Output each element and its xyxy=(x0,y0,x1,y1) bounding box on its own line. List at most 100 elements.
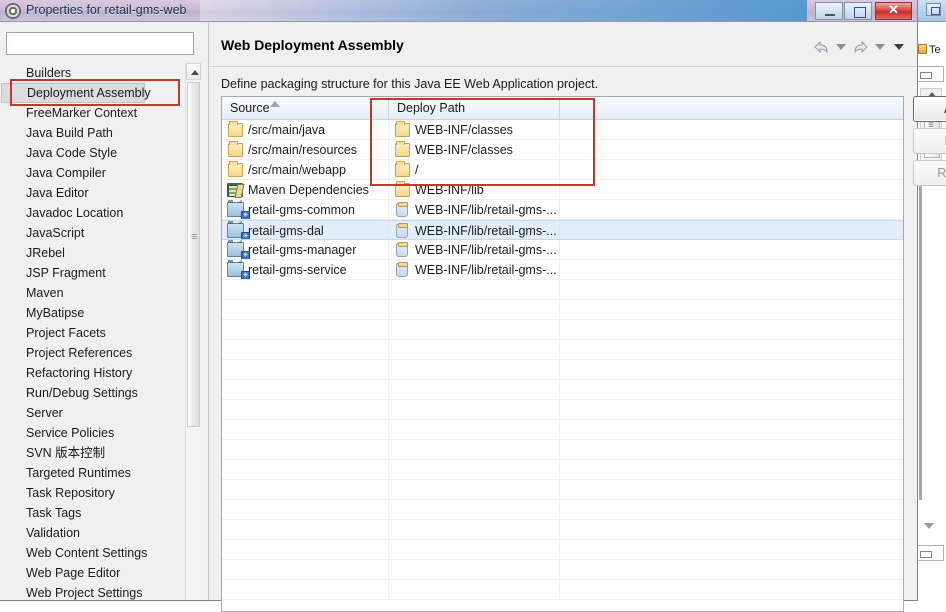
sidebar-item-builders[interactable]: Builders xyxy=(0,63,207,83)
maximize-button[interactable] xyxy=(844,2,872,20)
table-row[interactable]: ✳retail-gms-service WEB-INF/lib/retail-gm… xyxy=(222,260,903,280)
background-field-upper[interactable] xyxy=(916,66,944,82)
cell-empty xyxy=(222,520,389,539)
sidebar-item-server[interactable]: Server xyxy=(0,403,207,423)
cell-empty xyxy=(222,280,389,299)
table-row-empty[interactable] xyxy=(222,400,903,420)
table-row[interactable]: /src/main/webapp / xyxy=(222,160,903,180)
cell-empty xyxy=(389,400,560,419)
cell-source: ✳retail-gms-common xyxy=(222,200,389,219)
sidebar-item-deployment-assembly[interactable]: Deployment Assembly xyxy=(1,83,151,103)
sidebar-item-web-project-settings[interactable]: Web Project Settings xyxy=(0,583,207,600)
table-row[interactable]: ✳retail-gms-dal WEB-INF/lib/retail-gms-..… xyxy=(222,220,903,240)
sidebar-item-mybatipse[interactable]: MyBatipse xyxy=(0,303,207,323)
cell-deploy-path: / xyxy=(389,160,560,179)
table-row-empty[interactable] xyxy=(222,500,903,520)
sidebar-item-java-compiler[interactable]: Java Compiler xyxy=(0,163,207,183)
back-history-chevron-down-icon[interactable] xyxy=(836,44,846,50)
table-row[interactable]: /src/main/java WEB-INF/classes xyxy=(222,120,903,140)
table-row-empty[interactable] xyxy=(222,580,903,600)
filter-input[interactable] xyxy=(6,32,194,55)
sidebar-item-javadoc-location[interactable]: Javadoc Location xyxy=(0,203,207,223)
sidebar-item-refactoring-history[interactable]: Refactoring History xyxy=(0,363,207,383)
cell-empty xyxy=(560,540,903,559)
table-row-empty[interactable] xyxy=(222,380,903,400)
add-button[interactable]: Add... xyxy=(913,96,946,122)
cell-empty xyxy=(222,480,389,499)
sidebar-item-validation[interactable]: Validation xyxy=(0,523,207,543)
jar-icon xyxy=(396,223,408,238)
cell-empty xyxy=(222,340,389,359)
sidebar-item-service-policies[interactable]: Service Policies xyxy=(0,423,207,443)
table-row[interactable]: ✳retail-gms-common WEB-INF/lib/retail-gms… xyxy=(222,200,903,220)
table-row[interactable]: /src/main/resources WEB-INF/classes xyxy=(222,140,903,160)
table-row-empty[interactable] xyxy=(222,420,903,440)
chevron-down-icon[interactable] xyxy=(924,523,934,529)
sidebar-item-task-tags[interactable]: Task Tags xyxy=(0,503,207,523)
table-header-row: Source Deploy Path xyxy=(222,97,903,120)
settings-sidebar: Builders Deployment Assembly FreeMarker Co… xyxy=(0,23,207,600)
sidebar-item-web-page-editor[interactable]: Web Page Editor xyxy=(0,563,207,583)
sidebar-item-jrebel[interactable]: JRebel xyxy=(0,243,207,263)
sidebar-item-project-facets[interactable]: Project Facets xyxy=(0,323,207,343)
sidebar-item-targeted-runtimes[interactable]: Targeted Runtimes xyxy=(0,463,207,483)
minimize-button[interactable] xyxy=(815,2,843,20)
sidebar-item-freemarker-context[interactable]: FreeMarker Context xyxy=(0,103,207,123)
forward-history-chevron-down-icon[interactable] xyxy=(875,44,885,50)
sidebar-item-project-references[interactable]: Project References xyxy=(0,343,207,363)
view-menu-chevron-down-icon[interactable] xyxy=(894,44,904,50)
sidebar-item-java-build-path[interactable]: Java Build Path xyxy=(0,123,207,143)
sidebar-item-java-editor[interactable]: Java Editor xyxy=(0,183,207,203)
sidebar-item-maven[interactable]: Maven xyxy=(0,283,207,303)
table-row-empty[interactable] xyxy=(222,360,903,380)
table-row-empty[interactable] xyxy=(222,460,903,480)
table-row-empty[interactable] xyxy=(222,280,903,300)
settings-tree[interactable]: Builders Deployment Assembly FreeMarker Co… xyxy=(0,63,207,600)
folder-icon xyxy=(395,141,410,157)
sidebar-item-java-code-style[interactable]: Java Code Style xyxy=(0,143,207,163)
cell-source: /src/main/webapp xyxy=(222,160,389,179)
dialog-titlebar[interactable]: Properties for retail-gms-web xyxy=(0,0,917,22)
folder-icon xyxy=(395,161,410,177)
table-row[interactable]: Maven Dependencies WEB-INF/lib xyxy=(222,180,903,200)
sidebar-item-javascript[interactable]: JavaScript xyxy=(0,223,207,243)
background-restore-button[interactable] xyxy=(926,3,941,16)
column-header-extra[interactable] xyxy=(560,97,903,119)
table-row-empty[interactable] xyxy=(222,560,903,580)
sidebar-item-task-repository[interactable]: Task Repository xyxy=(0,483,207,503)
table-row-empty[interactable] xyxy=(222,320,903,340)
cell-deploy-path-label: WEB-INF/lib/retail-gms-... xyxy=(415,263,557,277)
back-arrow-icon[interactable] xyxy=(813,40,830,54)
cell-empty xyxy=(222,300,389,319)
column-header-source[interactable]: Source xyxy=(222,97,389,119)
cell-empty xyxy=(389,320,560,339)
forward-arrow-icon[interactable] xyxy=(852,40,869,54)
table-row-empty[interactable] xyxy=(222,480,903,500)
table-row-empty[interactable] xyxy=(222,300,903,320)
background-field-lower[interactable] xyxy=(916,545,944,561)
table-row-empty[interactable] xyxy=(222,540,903,560)
background-tab[interactable]: Te xyxy=(915,40,946,60)
folder-icon xyxy=(395,121,410,137)
close-button[interactable] xyxy=(875,2,912,20)
cell-empty xyxy=(222,540,389,559)
package-icon xyxy=(918,44,927,54)
deployment-assembly-table[interactable]: Source Deploy Path /src/main/java WEB-INF… xyxy=(221,96,904,612)
table-row-empty[interactable] xyxy=(222,520,903,540)
sidebar-item-run-debug-settings[interactable]: Run/Debug Settings xyxy=(0,383,207,403)
cell-extra xyxy=(560,120,903,139)
table-row-empty[interactable] xyxy=(222,340,903,360)
project-badge-icon: ✳ xyxy=(241,232,250,239)
sidebar-item-web-content-settings[interactable]: Web Content Settings xyxy=(0,543,207,563)
sidebar-item-jsp-fragment[interactable]: JSP Fragment xyxy=(0,263,207,283)
navigation-toolbar xyxy=(813,37,907,57)
column-header-deploy-path[interactable]: Deploy Path xyxy=(389,97,560,119)
cell-extra xyxy=(560,140,903,159)
scrollbar-thumb[interactable] xyxy=(187,82,200,427)
column-header-deploy-path-label: Deploy Path xyxy=(397,101,466,115)
table-row-empty[interactable] xyxy=(222,440,903,460)
sidebar-item-svn-版本控制[interactable]: SVN 版本控制 xyxy=(0,443,207,463)
table-row[interactable]: ✳retail-gms-manager WEB-INF/lib/retail-gm… xyxy=(222,240,903,260)
scroll-up-icon[interactable] xyxy=(186,63,201,80)
sidebar-scrollbar[interactable] xyxy=(185,63,201,600)
